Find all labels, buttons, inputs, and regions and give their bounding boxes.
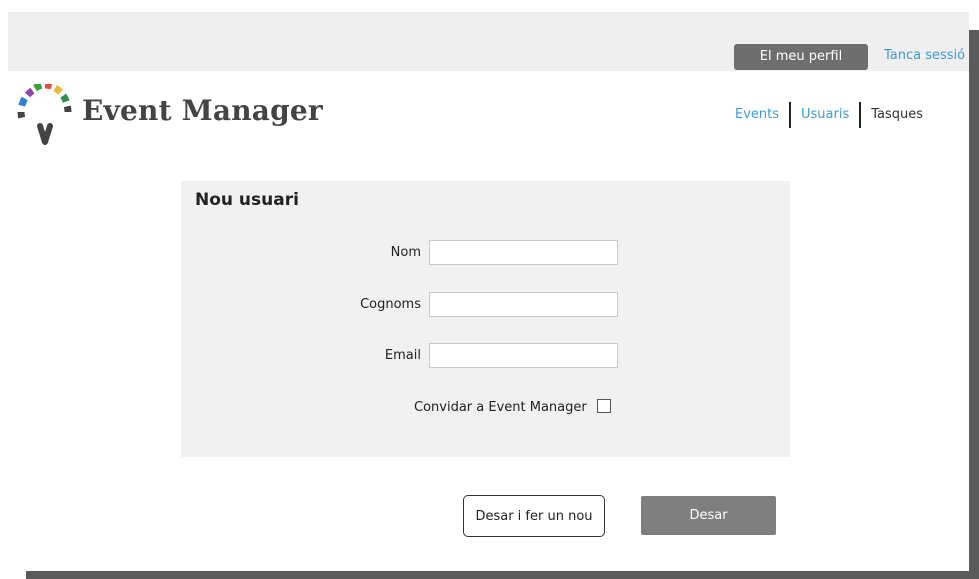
email-label: Email xyxy=(384,348,421,363)
form-title: Nou usuari xyxy=(195,190,299,210)
nav-item-users[interactable]: Usuaris xyxy=(791,105,859,125)
save-and-new-button[interactable]: Desar i fer un nou xyxy=(463,495,605,537)
invite-checkbox[interactable] xyxy=(597,399,611,413)
nav-item-tasks[interactable]: Tasques xyxy=(861,105,923,125)
email-input[interactable] xyxy=(429,343,618,368)
nav-item-events[interactable]: Events xyxy=(725,105,789,125)
top-bar: El meu perfil Tanca sessió xyxy=(8,12,969,71)
invite-label: Convidar a Event Manager xyxy=(414,400,587,415)
first-name-input[interactable] xyxy=(429,240,618,265)
last-name-input[interactable] xyxy=(429,292,618,317)
new-user-form: Nou usuari Nom Cognoms Email Convidar a … xyxy=(181,181,790,457)
window-frame-right xyxy=(969,30,979,579)
speech-bubble-logo-icon xyxy=(16,81,74,148)
first-name-label: Nom xyxy=(390,245,421,260)
logout-link[interactable]: Tanca sessió xyxy=(884,48,965,63)
last-name-label: Cognoms xyxy=(360,297,421,312)
save-button[interactable]: Desar xyxy=(641,496,776,535)
brand-title: Event Manager xyxy=(82,94,323,127)
main-nav: Events Usuaris Tasques xyxy=(725,100,923,130)
window-frame-bottom xyxy=(26,571,979,579)
my-profile-button[interactable]: El meu perfil xyxy=(734,44,868,70)
